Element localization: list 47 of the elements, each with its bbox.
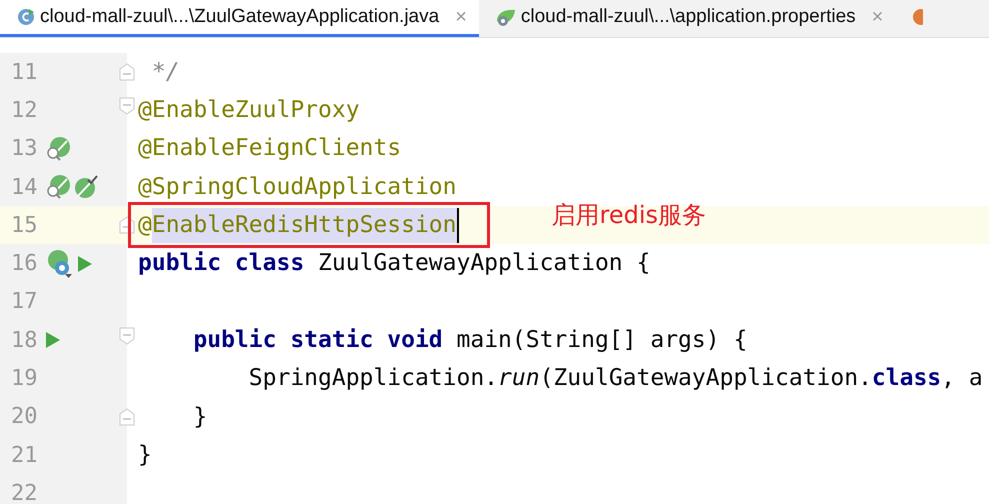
fold-marker-icon[interactable] xyxy=(119,63,135,81)
editor-tab[interactable]: cloud-mall-zuul\...\application.properties × xyxy=(478,0,896,37)
code-token: */ xyxy=(150,58,180,87)
code-token: @EnableFeignClients xyxy=(138,134,402,164)
leaf-gear-icon xyxy=(494,7,517,27)
line-number: 11 xyxy=(11,58,38,87)
line-number: 21 xyxy=(11,442,38,470)
editor-tab[interactable]: cloud-mall-zuul\...\ZuulGatewayApplication.java × xyxy=(0,0,479,37)
annotation-note: 启用redis服务 xyxy=(552,200,706,232)
line-number: 15 xyxy=(11,212,38,240)
run-icon[interactable] xyxy=(45,331,61,350)
code-token: } xyxy=(192,402,208,432)
code-token: ZuulGatewayApplication { xyxy=(318,249,650,278)
code-token: (ZuulGatewayApplication. xyxy=(540,364,872,394)
line-number: 13 xyxy=(11,135,38,164)
fold-marker-icon[interactable] xyxy=(119,408,135,426)
line-number: 19 xyxy=(11,365,38,394)
code-token: @SpringCloudApplication xyxy=(138,172,456,202)
run-icon[interactable] xyxy=(77,254,93,273)
code-token: , a xyxy=(941,364,983,394)
fold-marker-icon[interactable] xyxy=(119,97,135,116)
file-icon xyxy=(911,7,924,27)
line-number: 18 xyxy=(11,326,38,355)
bean-check-icon[interactable] xyxy=(73,174,99,200)
class-file-icon xyxy=(16,7,36,27)
line-number: 22 xyxy=(11,480,38,504)
code-token: EnableRedisHttpSession xyxy=(152,208,458,243)
code-token: } xyxy=(138,440,152,470)
code-token: public static void xyxy=(192,326,444,355)
bean-search-icon[interactable] xyxy=(45,136,71,162)
bean-search-icon[interactable] xyxy=(45,174,71,200)
code-token: SpringApplication. xyxy=(248,364,498,394)
bean-gear-icon[interactable] xyxy=(45,248,75,279)
tab-label: cloud-mall-zuul\...\ZuulGatewayApplication.java xyxy=(40,4,440,29)
code-token: public class xyxy=(138,249,306,278)
code-token: @EnableZuulProxy xyxy=(138,96,360,126)
code-token: main(String[] args) { xyxy=(456,326,748,355)
code-token: @ xyxy=(138,211,152,240)
tab-label: cloud-mall-zuul\...\application.properties xyxy=(520,4,856,29)
code-token: run xyxy=(498,364,540,394)
line-number: 14 xyxy=(11,174,38,202)
line-number: 12 xyxy=(11,96,38,125)
line-number: 20 xyxy=(11,403,38,432)
fold-marker-icon[interactable] xyxy=(119,327,135,346)
line-number: 17 xyxy=(11,288,38,316)
code-token: class xyxy=(872,364,942,394)
line-number: 16 xyxy=(11,250,38,278)
